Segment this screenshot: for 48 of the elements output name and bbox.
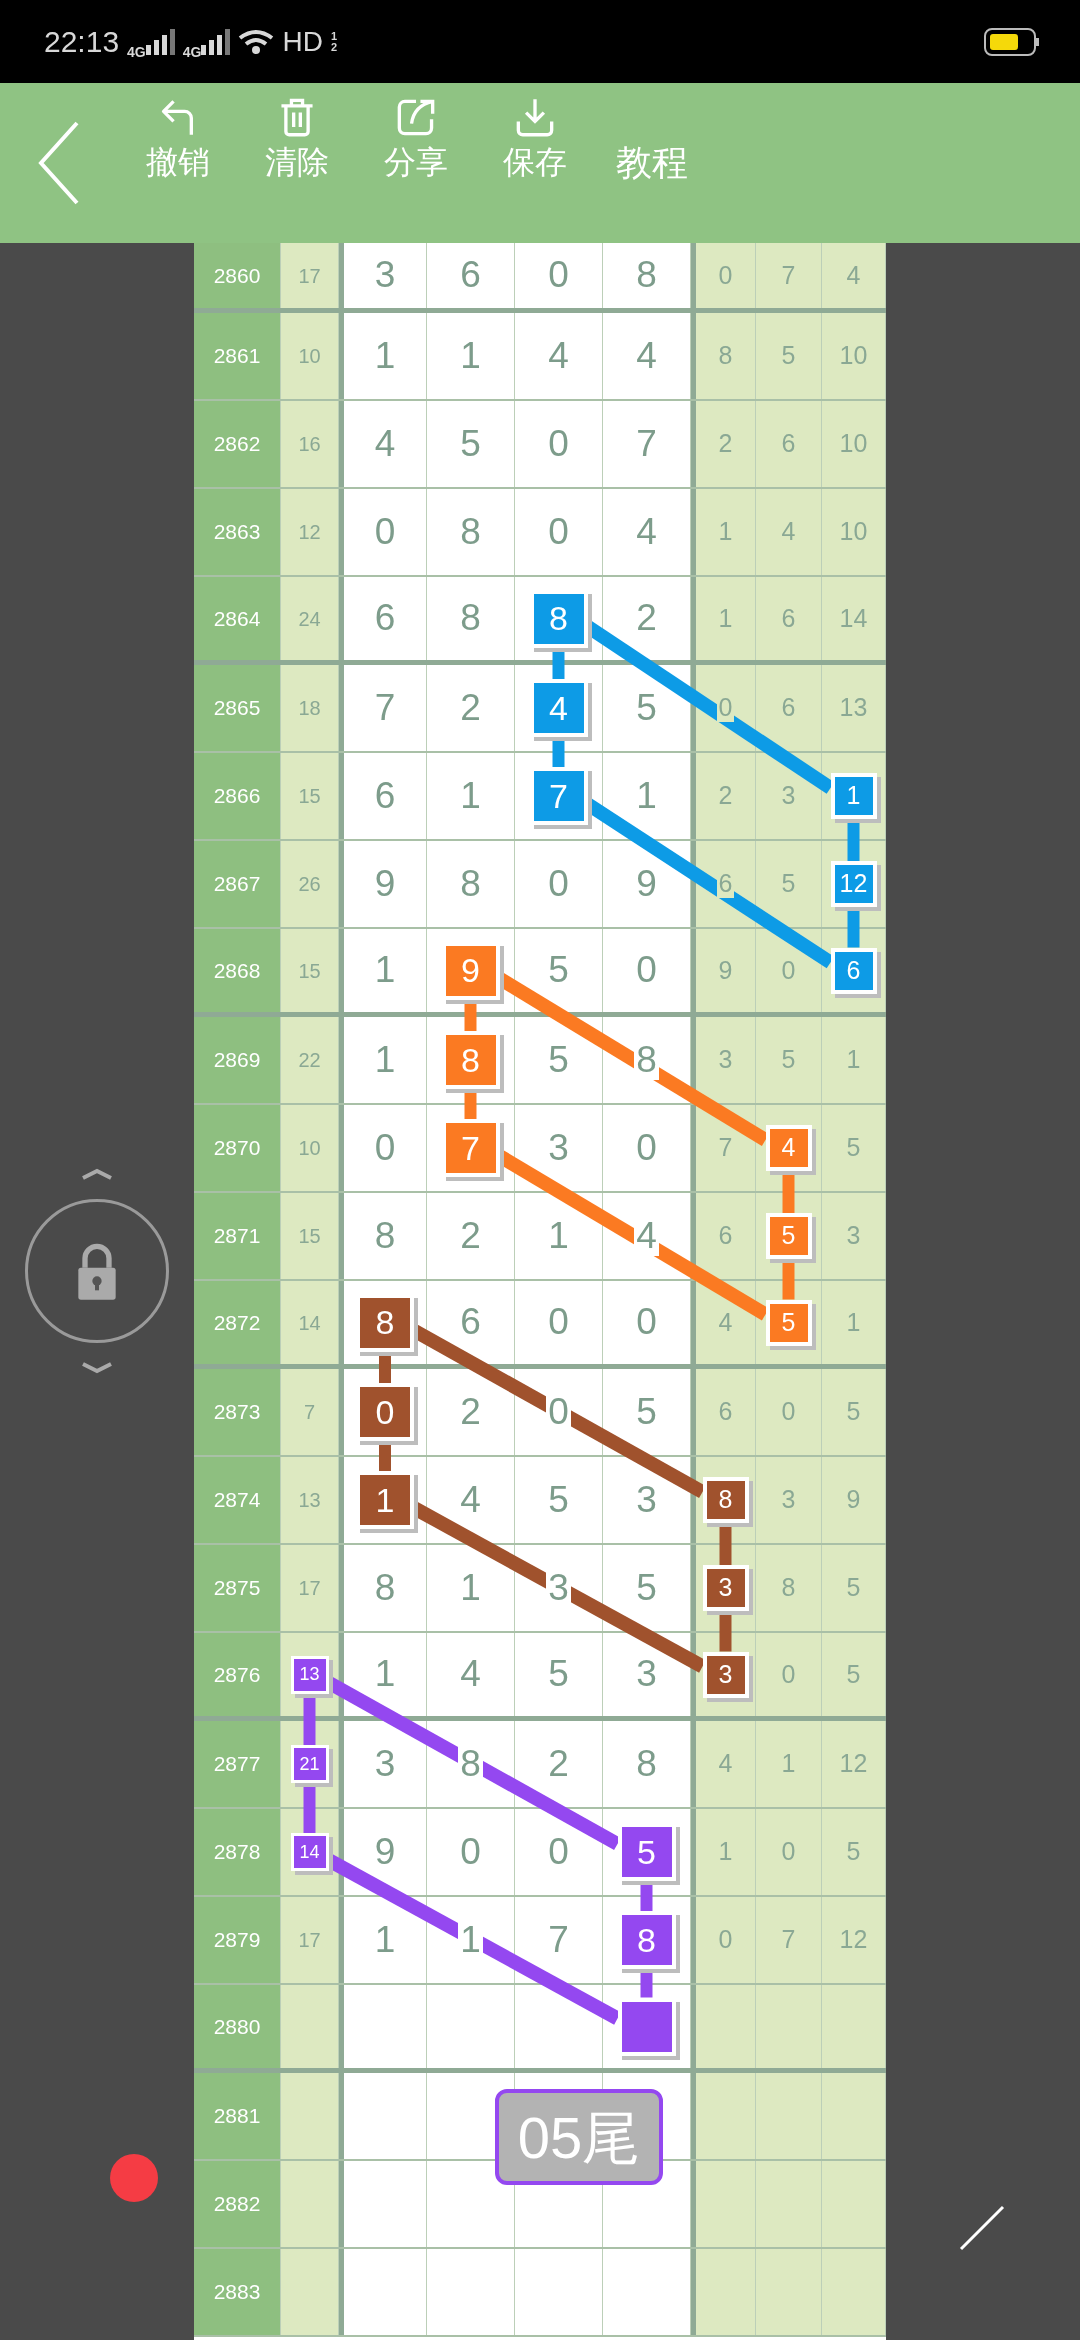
issue-cell: 2869 (194, 1017, 281, 1103)
issue-cell: 2868 (194, 929, 281, 1012)
share-icon (395, 97, 436, 137)
network-type: 4G (182, 44, 202, 59)
issue-cell: 2876 (194, 1633, 281, 1716)
issue-cell: 2880 (194, 1985, 281, 2068)
issue-cell: 2878 (194, 1809, 281, 1895)
issue-cell: 2873 (194, 1369, 281, 1455)
issue-cell: 2863 (194, 489, 281, 575)
battery-icon (984, 27, 1040, 56)
issue-cell: 2879 (194, 1897, 281, 1983)
sim-slot: 1 (330, 30, 338, 42)
issue-cell: 2872 (194, 1281, 281, 1364)
hd-indicator: HD (282, 24, 323, 59)
issue-cell: 2864 (194, 577, 281, 660)
issue-cell: 2877 (194, 1721, 281, 1807)
issue-cell: 2862 (194, 401, 281, 487)
toolbar-button[interactable]: 撤销 (118, 83, 237, 243)
wifi-icon (238, 27, 275, 56)
clock-time: 22:13 (44, 24, 120, 60)
toolbar-button[interactable]: 分享 (356, 83, 475, 243)
record-dot[interactable] (109, 2154, 158, 2202)
issue-cell: 2867 (194, 841, 281, 927)
issue-cell: 2874 (194, 1457, 281, 1543)
issue-cell: 2866 (194, 753, 281, 839)
download-icon (514, 97, 555, 137)
pen-icon (959, 2205, 1005, 2251)
tutorial-button[interactable]: 教程 (594, 135, 710, 191)
tail-label: 05尾 (495, 2089, 663, 2185)
issue-cell: 2860 (194, 243, 281, 308)
issue-cell: 2883 (194, 2249, 281, 2335)
issue-cell: 2861 (194, 313, 281, 399)
chevron-up-icon (81, 1168, 113, 1181)
signal-icon (145, 28, 175, 55)
lock-button[interactable] (25, 1199, 169, 1343)
issue-cell: 2871 (194, 1193, 281, 1279)
chevron-down-icon (81, 1361, 113, 1374)
issue-cell: 2865 (194, 665, 281, 751)
signal-icon (201, 28, 231, 55)
network-type: 4G (127, 44, 146, 59)
issue-cell: 2875 (194, 1545, 281, 1631)
toolbar-button[interactable]: 保存 (475, 83, 594, 243)
back-icon (37, 119, 81, 207)
issue-cell: 2870 (194, 1105, 281, 1191)
sim-slot: 2 (330, 41, 338, 53)
issue-cell: 2882 (194, 2161, 281, 2247)
toolbar-button[interactable]: 清除 (237, 83, 356, 243)
issue-cell: 2881 (194, 2073, 281, 2159)
